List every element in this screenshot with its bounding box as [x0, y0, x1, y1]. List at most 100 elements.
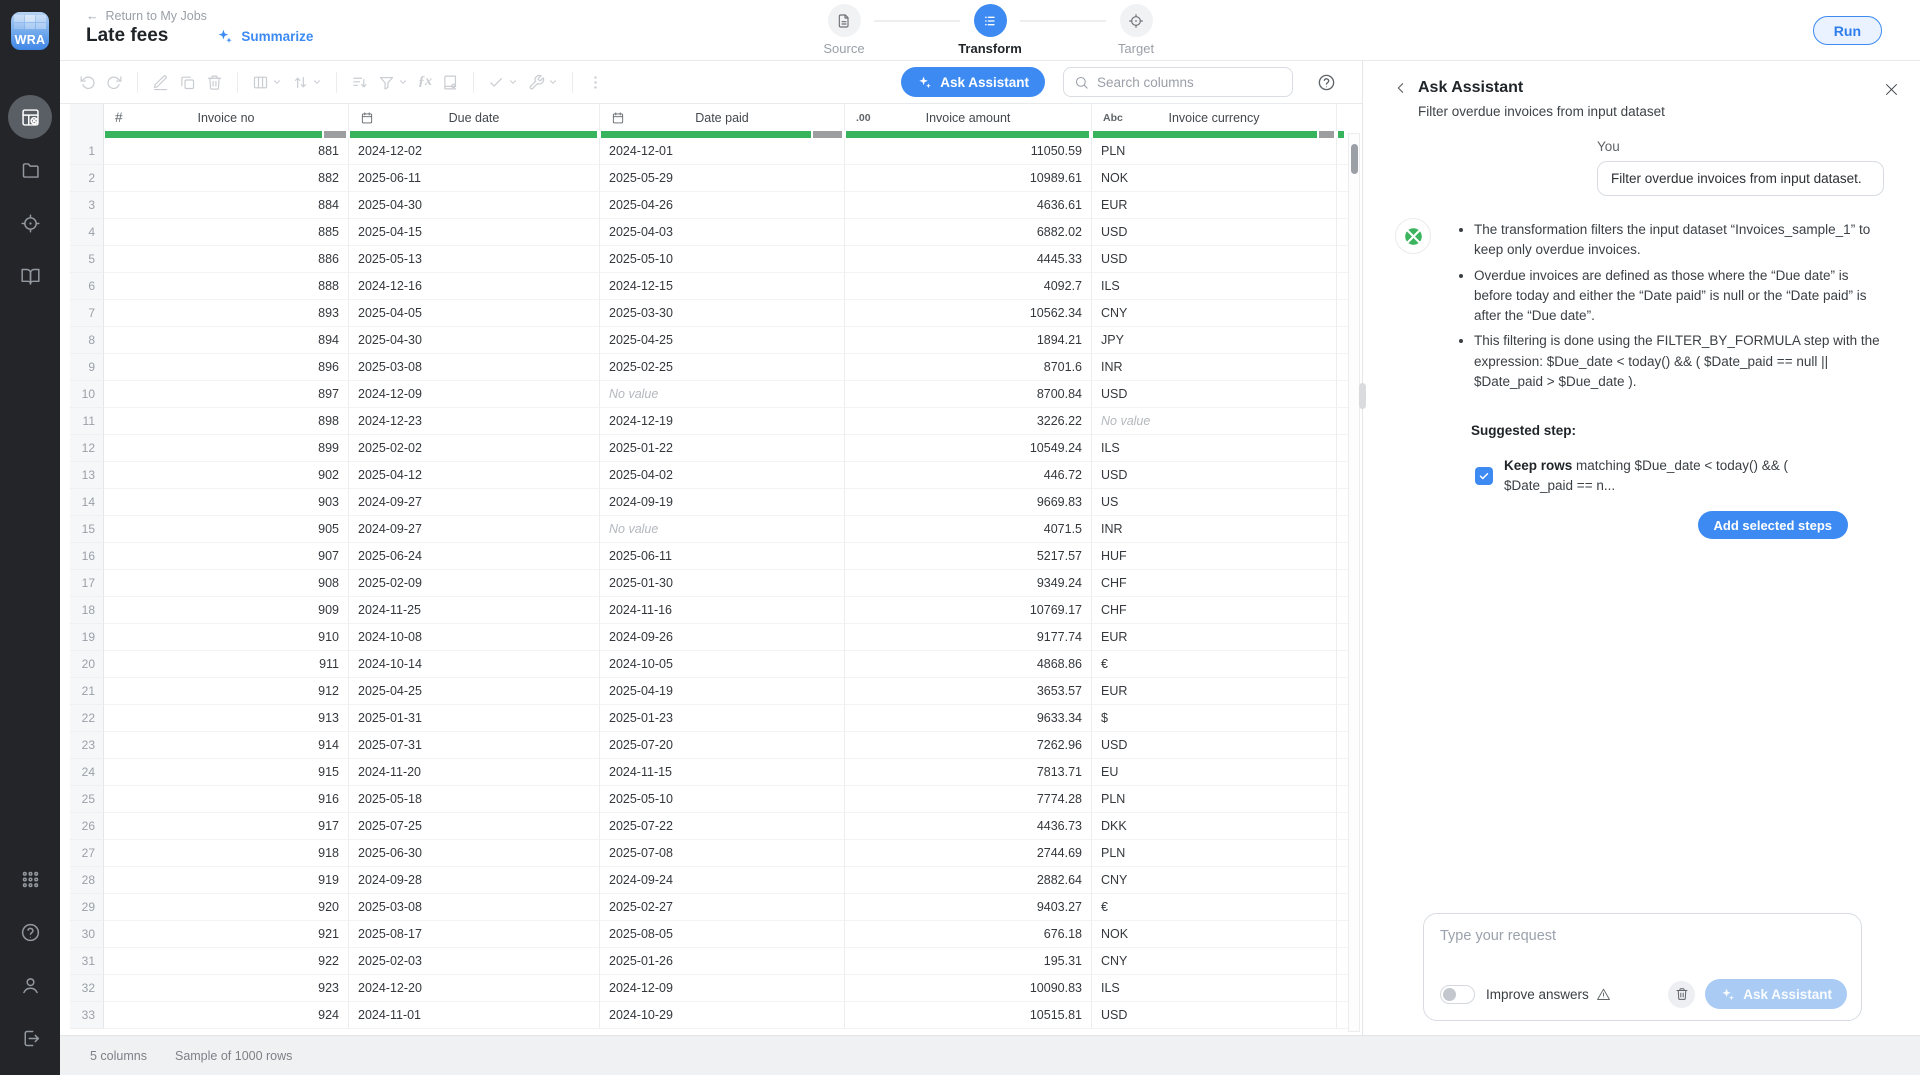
table-cell[interactable]: 2025-03-08	[349, 894, 600, 921]
table-cell[interactable]: 912	[104, 678, 349, 705]
table-cell[interactable]: 896	[104, 354, 349, 381]
table-cell[interactable]: USD	[1092, 732, 1337, 759]
table-cell[interactable]: 2025-04-25	[600, 327, 845, 354]
table-cell[interactable]: 1894.21	[845, 327, 1092, 354]
table-cell[interactable]: 920	[104, 894, 349, 921]
table-cell[interactable]: 2025-02-03	[349, 948, 600, 975]
table-cell[interactable]: USD	[1092, 381, 1337, 408]
table-cell[interactable]: 885	[104, 219, 349, 246]
table-vertical-scrollbar[interactable]	[1348, 133, 1360, 1032]
table-cell[interactable]: 10549.24	[845, 435, 1092, 462]
table-cell[interactable]: 905	[104, 516, 349, 543]
table-cell[interactable]: 921	[104, 921, 349, 948]
table-cell[interactable]: 2024-12-09	[600, 975, 845, 1002]
table-cell[interactable]: $	[1092, 705, 1337, 732]
improve-answers-toggle[interactable]	[1440, 984, 1475, 1004]
table-cell[interactable]: 2025-04-03	[600, 219, 845, 246]
table-cell[interactable]: 888	[104, 273, 349, 300]
table-cell[interactable]: 11050.59	[845, 138, 1092, 165]
ask-assistant-submit-button[interactable]: Ask Assistant	[1705, 979, 1847, 1009]
table-cell[interactable]: 2025-02-27	[600, 894, 845, 921]
ask-assistant-toolbar-button[interactable]: Ask Assistant	[901, 67, 1045, 97]
table-cell[interactable]: 911	[104, 651, 349, 678]
table-cell[interactable]: 4868.86	[845, 651, 1092, 678]
table-cell[interactable]: 7813.71	[845, 759, 1092, 786]
table-cell[interactable]: 2025-08-17	[349, 921, 600, 948]
table-cell[interactable]: 918	[104, 840, 349, 867]
table-cell[interactable]: 884	[104, 192, 349, 219]
table-cell[interactable]: 2024-11-15	[600, 759, 845, 786]
table-cell[interactable]: 9177.74	[845, 624, 1092, 651]
table-cell[interactable]: 2882.64	[845, 867, 1092, 894]
toolbar-copy-button[interactable]	[179, 69, 196, 95]
table-cell[interactable]: 2025-01-30	[600, 570, 845, 597]
table-cell[interactable]: 4636.61	[845, 192, 1092, 219]
table-cell[interactable]: 2025-06-24	[349, 543, 600, 570]
table-cell[interactable]: 2025-04-15	[349, 219, 600, 246]
table-cell[interactable]: 2024-10-05	[600, 651, 845, 678]
table-cell[interactable]: 2024-09-27	[349, 489, 600, 516]
table-cell[interactable]: 923	[104, 975, 349, 1002]
table-cell[interactable]: ILS	[1092, 975, 1337, 1002]
table-cell[interactable]: 8701.6	[845, 354, 1092, 381]
step-source[interactable]: Source	[808, 4, 880, 56]
table-cell[interactable]: 6882.02	[845, 219, 1092, 246]
app-logo[interactable]: WRA	[11, 12, 49, 50]
table-cell[interactable]: 899	[104, 435, 349, 462]
table-cell[interactable]: 2025-01-22	[600, 435, 845, 462]
summarize-button[interactable]: Summarize	[216, 28, 313, 45]
table-cell[interactable]: 4445.33	[845, 246, 1092, 273]
run-button[interactable]: Run	[1812, 16, 1882, 45]
table-cell[interactable]: 2024-10-08	[349, 624, 600, 651]
table-cell[interactable]: 4436.73	[845, 813, 1092, 840]
table-cell[interactable]: 2025-07-08	[600, 840, 845, 867]
table-cell[interactable]: USD	[1092, 246, 1337, 273]
table-cell[interactable]: 882	[104, 165, 349, 192]
panel-close-button[interactable]	[1883, 81, 1900, 98]
table-cell[interactable]: 2024-09-24	[600, 867, 845, 894]
sidebar-item-help[interactable]	[8, 910, 52, 954]
toolbar-filter-lines-button[interactable]	[351, 69, 368, 95]
table-cell[interactable]: 4092.7	[845, 273, 1092, 300]
table-cell[interactable]: 676.18	[845, 921, 1092, 948]
table-cell[interactable]: 2025-02-02	[349, 435, 600, 462]
table-cell[interactable]: 2024-09-28	[349, 867, 600, 894]
toolbar-sort-button[interactable]	[292, 69, 322, 95]
table-cell[interactable]: 908	[104, 570, 349, 597]
table-cell[interactable]: 2025-05-13	[349, 246, 600, 273]
help-button[interactable]	[1317, 73, 1336, 92]
table-cell[interactable]: 2025-04-02	[600, 462, 845, 489]
table-cell[interactable]: 2024-12-23	[349, 408, 600, 435]
table-cell[interactable]: 2025-05-10	[600, 246, 845, 273]
table-cell[interactable]: 9669.83	[845, 489, 1092, 516]
sidebar-item-account[interactable]	[8, 963, 52, 1007]
table-cell[interactable]: 910	[104, 624, 349, 651]
table-cell[interactable]: 2025-08-05	[600, 921, 845, 948]
table-cell[interactable]: 3226.22	[845, 408, 1092, 435]
table-cell[interactable]: €	[1092, 651, 1337, 678]
table-cell[interactable]: 9403.27	[845, 894, 1092, 921]
table-cell[interactable]: 909	[104, 597, 349, 624]
table-cell[interactable]: 907	[104, 543, 349, 570]
toolbar-funnel-button[interactable]	[378, 69, 408, 95]
table-cell[interactable]: 2025-01-31	[349, 705, 600, 732]
panel-resize-handle[interactable]	[1359, 383, 1366, 409]
toolbar-lookup-book-button[interactable]	[442, 69, 459, 95]
table-cell[interactable]: 2025-06-30	[349, 840, 600, 867]
table-cell[interactable]: 2025-04-30	[349, 327, 600, 354]
table-cell[interactable]: 2025-07-22	[600, 813, 845, 840]
table-cell[interactable]: 7774.28	[845, 786, 1092, 813]
table-cell[interactable]: No value	[600, 516, 845, 543]
table-cell[interactable]: EUR	[1092, 192, 1337, 219]
table-cell[interactable]: 2025-04-26	[600, 192, 845, 219]
table-cell[interactable]: PLN	[1092, 786, 1337, 813]
table-cell[interactable]: 886	[104, 246, 349, 273]
table-cell[interactable]: 917	[104, 813, 349, 840]
table-cell[interactable]: CHF	[1092, 597, 1337, 624]
add-selected-steps-button[interactable]: Add selected steps	[1697, 511, 1848, 540]
table-cell[interactable]: 10989.61	[845, 165, 1092, 192]
table-cell[interactable]: 2025-02-25	[600, 354, 845, 381]
table-cell[interactable]: 10769.17	[845, 597, 1092, 624]
table-cell[interactable]: 10090.83	[845, 975, 1092, 1002]
table-cell[interactable]: 2024-10-14	[349, 651, 600, 678]
